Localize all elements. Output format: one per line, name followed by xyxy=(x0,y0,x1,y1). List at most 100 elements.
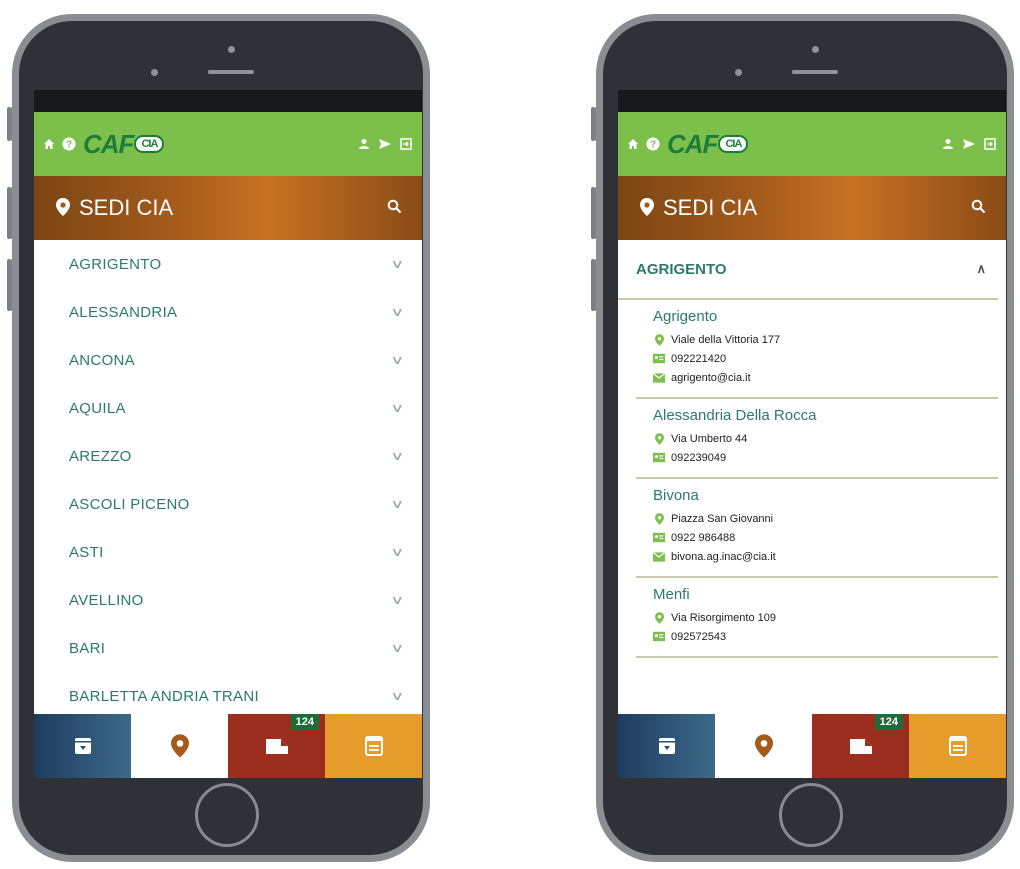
office-card: Alessandria Della Rocca Via Umberto 44 0… xyxy=(636,399,998,479)
page-title: SEDI CIA xyxy=(663,195,758,220)
email-text: agrigento@cia.it xyxy=(671,371,751,384)
office-phone[interactable]: 0922 986488 xyxy=(653,528,998,547)
nav-messages-tab[interactable]: 124 xyxy=(812,714,909,778)
province-item[interactable]: ASTI ∨ xyxy=(34,528,422,576)
nav-agenda-tab[interactable] xyxy=(325,714,422,778)
id-card-icon xyxy=(653,532,665,543)
chevron-down-icon: ∨ xyxy=(390,593,405,607)
office-phone[interactable]: 092239049 xyxy=(653,448,998,467)
phone-right: ? CAF CIA SEDI CIA AGRIGENTO ∧ Agrigento… xyxy=(591,14,1014,862)
office-address: Via Umberto 44 xyxy=(653,429,998,448)
accordion-header-agrigento[interactable]: AGRIGENTO ∧ xyxy=(618,240,998,300)
province-label: AQUILA xyxy=(69,399,126,417)
office-card: Agrigento Viale della Vittoria 177 09222… xyxy=(636,300,998,399)
chevron-down-icon: ∨ xyxy=(390,497,405,511)
search-icon[interactable] xyxy=(387,199,402,219)
sensor xyxy=(151,69,158,76)
status-bar xyxy=(34,90,422,112)
help-icon[interactable]: ? xyxy=(62,137,76,151)
office-name: Menfi xyxy=(653,586,690,603)
bottom-nav: 124 xyxy=(618,714,1006,778)
id-card-icon xyxy=(653,452,665,463)
office-email[interactable]: bivona.ag.inac@cia.it xyxy=(653,547,998,566)
app-bar: ? CAF CIA xyxy=(618,112,1006,176)
office-address: Piazza San Giovanni xyxy=(653,509,998,528)
sensor xyxy=(735,69,742,76)
logo-badge: CIA xyxy=(134,135,165,153)
province-item[interactable]: AGRIGENTO ∨ xyxy=(34,240,422,288)
mute-switch xyxy=(7,107,12,141)
nav-archive-tab[interactable] xyxy=(34,714,131,778)
bottom-nav: 124 xyxy=(34,714,422,778)
logout-icon[interactable] xyxy=(400,138,412,150)
chevron-down-icon: ∨ xyxy=(390,305,405,319)
home-icon[interactable] xyxy=(43,138,55,150)
address-text: Via Risorgimento 109 xyxy=(671,611,776,624)
province-item[interactable]: AVELLINO ∨ xyxy=(34,576,422,624)
province-label: AGRIGENTO xyxy=(636,260,727,278)
province-item[interactable]: AQUILA ∨ xyxy=(34,384,422,432)
province-item[interactable]: ALESSANDRIA ∨ xyxy=(34,288,422,336)
address-text: Piazza San Giovanni xyxy=(671,512,774,525)
province-label: AREZZO xyxy=(69,447,132,465)
province-item[interactable]: AREZZO ∨ xyxy=(34,432,422,480)
province-item[interactable]: BARI ∨ xyxy=(34,624,422,672)
front-camera xyxy=(812,46,819,53)
location-pin-icon xyxy=(653,512,665,525)
nav-locations-tab[interactable] xyxy=(131,714,228,778)
email-text: bivona.ag.inac@cia.it xyxy=(671,550,776,563)
office-name: Alessandria Della Rocca xyxy=(653,407,817,424)
chevron-down-icon: ∨ xyxy=(390,449,405,463)
messages-count-badge: 124 xyxy=(874,714,903,730)
office-address: Via Risorgimento 109 xyxy=(653,608,998,627)
nav-agenda-tab[interactable] xyxy=(909,714,1006,778)
home-button xyxy=(195,783,259,847)
phone-text: 092221420 xyxy=(671,352,727,365)
province-label: AGRIGENTO xyxy=(69,255,162,273)
volume-down-button xyxy=(7,259,12,311)
send-icon[interactable] xyxy=(378,138,392,150)
phone-screen: ? CAF CIA xyxy=(34,90,422,778)
chevron-down-icon: ∨ xyxy=(390,545,405,559)
province-item[interactable]: ASCOLI PICENO ∨ xyxy=(34,480,422,528)
page-title: SEDI CIA xyxy=(79,195,174,220)
user-icon[interactable] xyxy=(358,138,370,150)
province-item[interactable]: ANCONA ∨ xyxy=(34,336,422,384)
home-icon[interactable] xyxy=(627,138,639,150)
office-email[interactable]: agrigento@cia.it xyxy=(653,368,998,387)
phone-screen: ? CAF CIA xyxy=(618,90,1006,778)
id-card-icon xyxy=(653,353,665,364)
location-pin-icon xyxy=(653,611,665,624)
office-name: Agrigento xyxy=(653,308,718,325)
location-pin-icon xyxy=(653,333,665,346)
caf-cia-logo: CAF CIA xyxy=(667,129,749,160)
calendar-list-icon xyxy=(948,736,967,756)
province-label: ASCOLI PICENO xyxy=(69,495,190,513)
province-label: ASTI xyxy=(69,543,104,561)
send-icon[interactable] xyxy=(962,138,976,150)
mute-switch xyxy=(591,107,596,141)
id-card-icon xyxy=(653,631,665,642)
office-phone[interactable]: 092221420 xyxy=(653,349,998,368)
earpiece-speaker xyxy=(792,70,838,74)
section-header: SEDI CIA xyxy=(618,176,1006,240)
help-icon[interactable]: ? xyxy=(646,137,660,151)
office-phone[interactable]: 092572543 xyxy=(653,627,998,646)
nav-archive-tab[interactable] xyxy=(618,714,715,778)
svg-text:?: ? xyxy=(650,140,656,151)
phone-text: 092239049 xyxy=(671,451,727,464)
province-label: BARLETTA ANDRIA TRANI xyxy=(69,687,259,705)
nav-locations-tab[interactable] xyxy=(715,714,812,778)
logout-icon[interactable] xyxy=(984,138,996,150)
search-icon[interactable] xyxy=(971,199,986,219)
mail-icon xyxy=(265,737,289,755)
location-pin-icon xyxy=(56,198,70,221)
province-label: ANCONA xyxy=(69,351,135,369)
mail-icon xyxy=(849,737,873,755)
province-item[interactable]: BARLETTA ANDRIA TRANI ∨ xyxy=(34,672,422,720)
phone-left: ? CAF CIA SEDI CIA AGRIGENTO ∨ ALESSANDR… xyxy=(7,14,430,862)
user-icon[interactable] xyxy=(942,138,954,150)
nav-messages-tab[interactable]: 124 xyxy=(228,714,325,778)
phone-text: 092572543 xyxy=(671,630,727,643)
volume-down-button xyxy=(591,259,596,311)
